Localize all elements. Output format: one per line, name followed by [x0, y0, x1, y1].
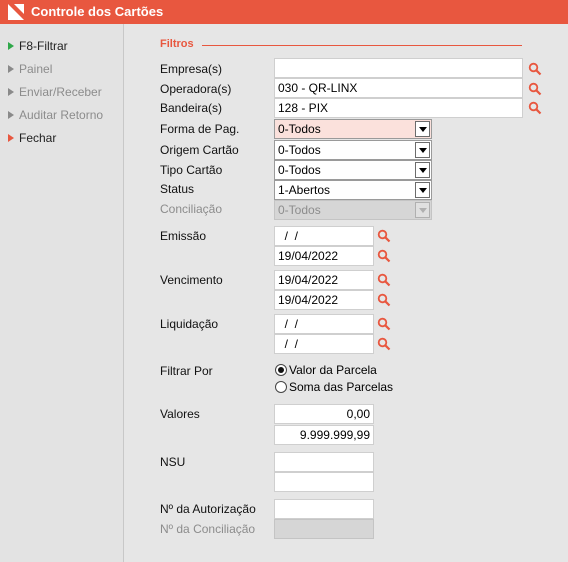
title-bar: Controle dos Cartões [0, 0, 568, 24]
tipo-cartao-label: Tipo Cartão [160, 163, 223, 177]
radio-soma-parcelas[interactable] [275, 381, 287, 393]
liquidacao-to-input[interactable]: / / [274, 334, 374, 354]
origem-cartao-label: Origem Cartão [160, 143, 239, 157]
emissao-to-input[interactable]: 19/04/2022 [274, 246, 374, 266]
forma-pag-label: Forma de Pag. [160, 122, 240, 136]
sidebar-item-label: Enviar/Receber [19, 85, 102, 99]
radio-valor-parcela-label[interactable]: Valor da Parcela [289, 363, 377, 377]
chevron-down-icon [415, 202, 430, 218]
play-arrow-icon [8, 111, 14, 119]
sidebar-item-enviar-receber[interactable]: Enviar/Receber [8, 84, 102, 100]
tipo-cartao-value: 0-Todos [278, 163, 321, 177]
liquidacao-from-input[interactable]: / / [274, 314, 374, 334]
valores-to-input[interactable]: 9.999.999,99 [274, 425, 374, 445]
radio-soma-parcelas-label[interactable]: Soma das Parcelas [289, 380, 393, 394]
search-icon[interactable] [377, 317, 391, 331]
status-value: 1-Abertos [278, 183, 331, 197]
emissao-label: Emissão [160, 229, 207, 243]
chevron-down-icon[interactable] [415, 162, 430, 178]
emissao-from-input[interactable]: / / [274, 226, 374, 246]
operadora-input[interactable]: 030 - QR-LINX [274, 78, 523, 98]
sidebar-item-label: F8-Filtrar [19, 39, 68, 53]
search-icon[interactable] [377, 249, 391, 263]
section-title: Filtros [160, 38, 194, 50]
valores-from-input[interactable]: 0,00 [274, 404, 374, 424]
nsu-from-input[interactable] [274, 452, 374, 472]
origem-cartao-value: 0-Todos [278, 143, 321, 157]
play-arrow-icon [8, 65, 14, 73]
play-arrow-icon [8, 42, 14, 50]
sidebar-item-label: Auditar Retorno [19, 108, 104, 122]
filtrar-por-label: Filtrar Por [160, 364, 213, 378]
liquidacao-label: Liquidação [160, 317, 219, 331]
chevron-down-icon[interactable] [415, 121, 430, 137]
bandeira-label: Bandeira(s) [160, 101, 223, 115]
origem-cartao-select[interactable]: 0-Todos [274, 140, 432, 160]
sidebar [0, 24, 124, 562]
autorizacao-label: Nº da Autorização [160, 502, 256, 516]
nsu-to-input[interactable] [274, 472, 374, 492]
num-conciliacao-input [274, 519, 374, 539]
forma-pag-select[interactable]: 0-Todos [274, 119, 432, 139]
nsu-label: NSU [160, 455, 186, 469]
num-conciliacao-label: Nº da Conciliação [160, 522, 256, 536]
section-divider [202, 45, 522, 46]
app-logo-icon [8, 4, 24, 20]
search-icon[interactable] [377, 337, 391, 351]
sidebar-item-label: Fechar [19, 131, 57, 145]
empresa-input[interactable] [274, 58, 523, 78]
status-label: Status [160, 182, 195, 196]
search-icon[interactable] [377, 229, 391, 243]
forma-pag-value: 0-Todos [278, 122, 321, 136]
play-arrow-icon [8, 134, 14, 142]
conciliacao-select: 0-Todos [274, 200, 432, 220]
bandeira-input[interactable]: 128 - PIX [274, 98, 523, 118]
conciliacao-label: Conciliação [160, 202, 223, 216]
vencimento-to-input[interactable]: 19/04/2022 [274, 290, 374, 310]
tipo-cartao-select[interactable]: 0-Todos [274, 160, 432, 180]
sidebar-item-fechar[interactable]: Fechar [8, 130, 56, 146]
search-icon[interactable] [528, 62, 542, 76]
chevron-down-icon[interactable] [415, 182, 430, 198]
operadora-label: Operadora(s) [160, 82, 232, 96]
sidebar-item-auditar-retorno[interactable]: Auditar Retorno [8, 107, 103, 123]
radio-valor-parcela[interactable] [275, 364, 287, 376]
empresa-label: Empresa(s) [160, 62, 223, 76]
chevron-down-icon[interactable] [415, 142, 430, 158]
search-icon[interactable] [528, 101, 542, 115]
autorizacao-input[interactable] [274, 499, 374, 519]
search-icon[interactable] [528, 82, 542, 96]
window-title: Controle dos Cartões [31, 4, 164, 19]
search-icon[interactable] [377, 273, 391, 287]
vencimento-from-input[interactable]: 19/04/2022 [274, 270, 374, 290]
status-select[interactable]: 1-Abertos [274, 180, 432, 200]
conciliacao-value: 0-Todos [278, 203, 321, 217]
vencimento-label: Vencimento [160, 273, 223, 287]
play-arrow-icon [8, 88, 14, 96]
sidebar-item-painel[interactable]: Painel [8, 61, 52, 77]
sidebar-item-label: Painel [19, 62, 53, 76]
search-icon[interactable] [377, 293, 391, 307]
sidebar-item-filtrar[interactable]: F8-Filtrar [8, 38, 68, 54]
valores-label: Valores [160, 407, 200, 421]
